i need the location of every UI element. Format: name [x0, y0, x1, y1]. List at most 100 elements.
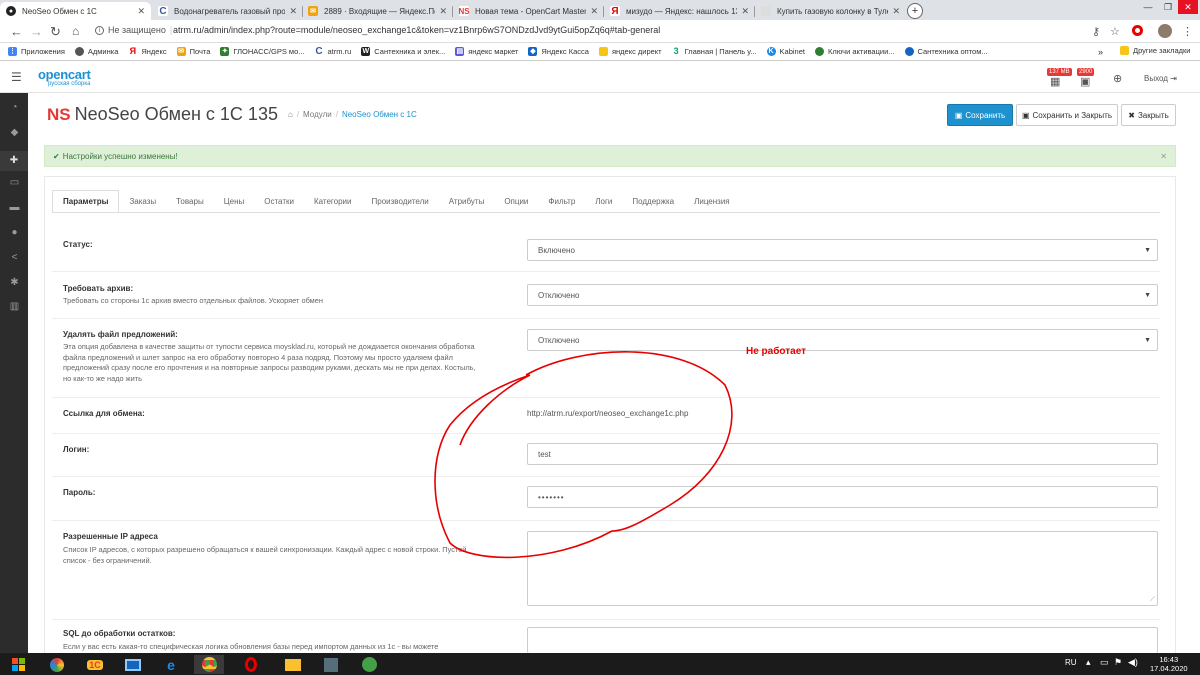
browser-tab[interactable]: NS Новая тема - OpenCart Masters ✕	[453, 2, 604, 20]
bookmark[interactable]: Админка	[74, 47, 118, 56]
bookmark[interactable]: Catrm.ru	[314, 47, 351, 57]
tab-title: Новая тема - OpenCart Masters	[475, 6, 587, 16]
home-icon[interactable]: ⌂	[72, 24, 79, 38]
close-icon[interactable]: ✕	[741, 6, 749, 17]
tab-manufacturers[interactable]: Производители	[362, 190, 439, 213]
tab-prices[interactable]: Цены	[214, 190, 255, 213]
lifebuoy-icon[interactable]: ⊕	[1113, 72, 1122, 85]
window-close-button[interactable]: ✕	[1178, 0, 1198, 14]
volume-icon[interactable]: ◀)	[1128, 657, 1138, 668]
monitor-icon[interactable]: ▭	[9, 177, 20, 188]
browser-tab-active[interactable]: ● NeoSeo Обмен с 1С ✕	[0, 2, 151, 20]
tab-parameters[interactable]: Параметры	[52, 190, 120, 213]
menu-icon[interactable]: ⋮	[1182, 25, 1193, 38]
breadcrumb-link[interactable]: NeoSeo Обмен с 1С	[342, 110, 417, 119]
network-icon[interactable]: ▭	[1100, 657, 1109, 668]
puzzle-icon[interactable]: ✚	[0, 151, 28, 171]
chart-icon[interactable]: ▦	[1050, 75, 1060, 88]
close-button[interactable]: ✖ Закрыть	[1121, 104, 1176, 126]
dashboard-icon[interactable]: ◔	[9, 102, 20, 113]
star-icon[interactable]: ☆	[1110, 25, 1120, 38]
1c-app-icon[interactable]: 1С	[80, 655, 110, 674]
bookmark[interactable]: K Kabinet	[766, 47, 805, 56]
forward-icon[interactable]: →	[30, 24, 43, 39]
bookmark[interactable]: 3 Главная | Панель у...	[671, 47, 757, 56]
opencart-logo[interactable]: opencart русская сборка	[38, 68, 91, 87]
bookmark[interactable]: W Сантехника и элек...	[361, 47, 445, 56]
other-bookmarks[interactable]: Другие закладки	[1120, 46, 1190, 55]
browser-tab[interactable]: ✉ 2889 · Входящие — Яндекс.Почт ✕	[302, 2, 453, 20]
file-explorer-app-icon[interactable]	[278, 655, 308, 674]
alert-close-icon[interactable]: ✕	[1160, 152, 1167, 161]
calculator-app-icon[interactable]	[316, 655, 346, 674]
reload-icon[interactable]: ↻	[50, 24, 61, 40]
status-select[interactable]: Включено ▼	[527, 239, 1158, 261]
tab-products[interactable]: Товары	[166, 190, 214, 213]
breadcrumb-link[interactable]: Модули	[303, 110, 332, 119]
back-icon[interactable]: ←	[10, 24, 23, 39]
bookmark-apps[interactable]: ⋮ Приложения	[8, 47, 65, 56]
browser-tab[interactable]: Я мизудо — Яндекс: нашлось 130 ✕	[604, 2, 755, 20]
bookmark[interactable]: ✦ ГЛОНАСС/GPS мо...	[220, 47, 305, 56]
home-icon[interactable]: ⌂	[288, 110, 293, 119]
bookmark[interactable]: Я Яндекс	[128, 47, 167, 56]
tab-options[interactable]: Опции	[494, 190, 538, 213]
save-close-button[interactable]: ▣ Сохранить и Закрыть	[1016, 104, 1118, 126]
windows-start-icon[interactable]	[4, 655, 34, 674]
apps-grid-icon: ⋮	[8, 47, 17, 56]
share-icon[interactable]: <	[9, 252, 20, 263]
green-app-icon[interactable]	[354, 655, 384, 674]
logout-link[interactable]: Выход ⇥	[1144, 74, 1177, 83]
bookmark[interactable]: ✉ Почта	[176, 47, 210, 56]
cog-icon[interactable]: ✱	[9, 277, 20, 288]
key-icon[interactable]: ⚷	[1092, 25, 1100, 38]
tray-arrow-icon[interactable]: ▴	[1086, 657, 1091, 668]
minimize-button[interactable]: —	[1138, 0, 1158, 14]
bookmark[interactable]: Ключи активации...	[814, 47, 895, 56]
new-tab-button[interactable]: +	[907, 3, 923, 19]
browser-tab[interactable]: Купить газовую колонку в Туле ✕	[755, 2, 906, 20]
tab-license[interactable]: Лицензия	[684, 190, 740, 213]
save-button[interactable]: ▣ Сохранить	[947, 104, 1013, 126]
tab-logs[interactable]: Логи	[585, 190, 622, 213]
tab-stock[interactable]: Остатки	[254, 190, 304, 213]
close-icon[interactable]: ✕	[137, 6, 145, 17]
user-icon[interactable]: ●	[9, 227, 20, 238]
close-icon[interactable]: ✕	[892, 6, 900, 17]
flag-icon[interactable]: ⚑	[1114, 657, 1122, 668]
tab-filter[interactable]: Фильтр	[538, 190, 585, 213]
bookmark[interactable]: ◆ Яндекс Касса	[528, 47, 589, 56]
tag-icon[interactable]: ◆	[9, 127, 20, 138]
language-indicator[interactable]: RU	[1065, 658, 1077, 667]
url-field[interactable]: atrm.ru/admin/index.php?route=module/neo…	[173, 25, 660, 35]
opera-extension-icon[interactable]	[1132, 25, 1143, 36]
bookmark[interactable]: Сантехника оптом...	[904, 47, 988, 56]
bookmark[interactable]: яндекс директ	[598, 47, 662, 56]
close-icon[interactable]: ✕	[289, 6, 297, 17]
clock[interactable]: 16:43 17.04.2020	[1150, 655, 1188, 673]
sql-before-textarea[interactable]	[527, 627, 1158, 653]
resize-handle-icon[interactable]: ⟋	[1150, 596, 1155, 604]
avatar[interactable]	[1158, 24, 1172, 38]
explorer-app-icon[interactable]	[118, 655, 148, 674]
close-icon[interactable]: ✕	[590, 6, 598, 17]
archive-select[interactable]: Отключено ▼	[527, 284, 1158, 306]
bookmark[interactable]: ▤ яндекс маркет	[455, 47, 518, 56]
tab-categories[interactable]: Категории	[304, 190, 362, 213]
bar-chart-icon[interactable]: ▥	[9, 301, 20, 312]
more-bookmarks-icon[interactable]: »	[1098, 47, 1103, 57]
browser-tab[interactable]: C Водонагреватель газовый прот ✕	[152, 2, 303, 20]
close-icon[interactable]: ✕	[439, 6, 447, 17]
tab-support[interactable]: Поддержка	[622, 190, 684, 213]
chrome-app-icon[interactable]	[194, 655, 224, 674]
ie-app-icon[interactable]: e	[156, 655, 186, 674]
menu-toggle-icon[interactable]: ☰	[11, 70, 22, 84]
security-indicator[interactable]: i Не защищено |	[95, 25, 172, 35]
maximize-button[interactable]: ❐	[1158, 0, 1178, 14]
opera-app-icon[interactable]	[236, 655, 266, 674]
cart-icon[interactable]: ▬	[9, 202, 20, 213]
tab-attributes[interactable]: Атрибуты	[439, 190, 495, 213]
tab-orders[interactable]: Заказы	[119, 190, 166, 213]
bell-icon[interactable]: ▣	[1080, 75, 1090, 88]
paint-app-icon[interactable]	[42, 655, 72, 674]
